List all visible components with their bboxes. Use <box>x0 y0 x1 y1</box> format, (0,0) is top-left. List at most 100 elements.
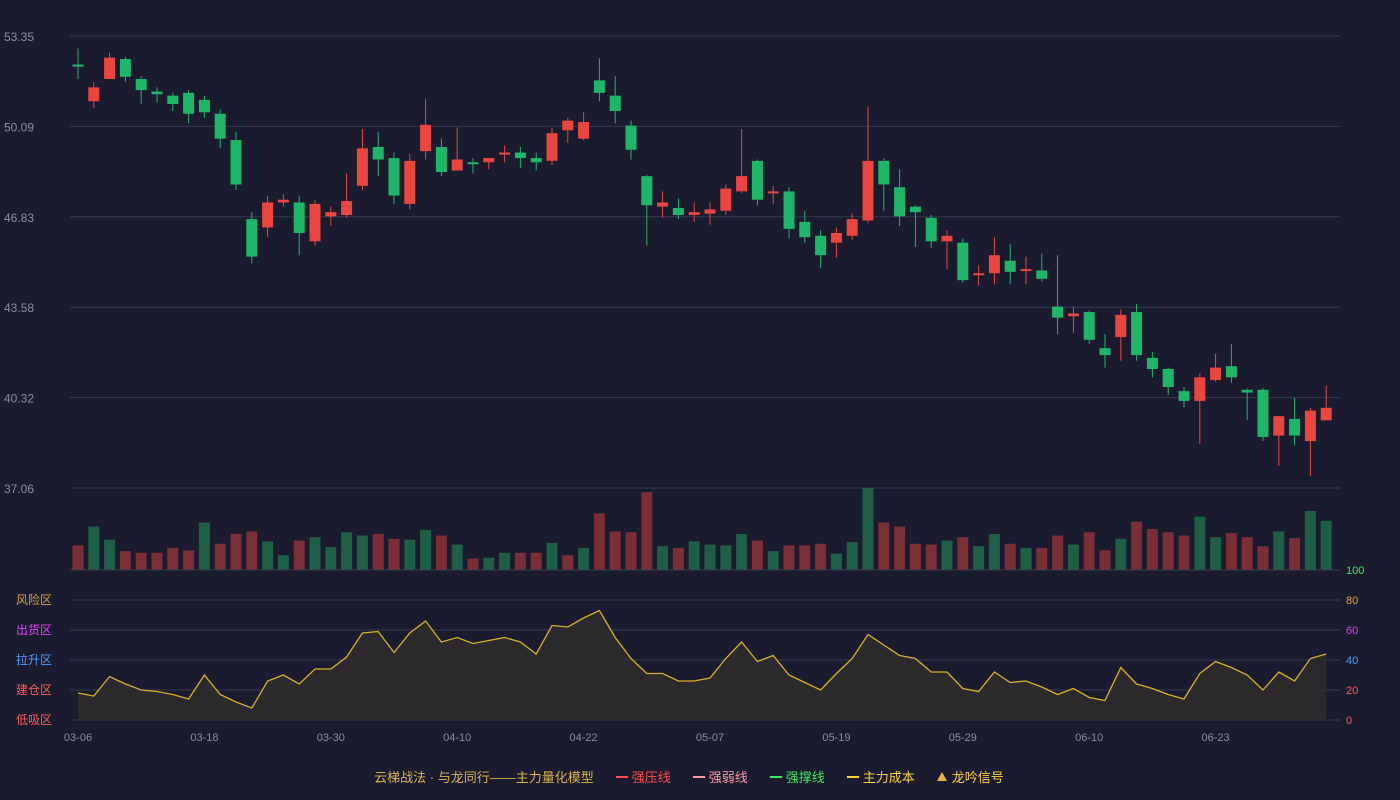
legend-item-strong-pressure[interactable]: 强压线 <box>615 767 671 786</box>
candle-body <box>546 133 558 161</box>
candle-body <box>641 176 653 206</box>
candle-body <box>530 158 542 163</box>
oscillator-area <box>78 610 1327 720</box>
volume-bar <box>451 544 463 570</box>
volume-bar <box>1162 532 1174 570</box>
volume-bar <box>1083 532 1095 570</box>
volume-bar <box>941 540 953 570</box>
zone-label: 低吸区 <box>16 713 52 727</box>
volume-bar <box>799 545 811 570</box>
candle-body <box>388 158 400 196</box>
candle-body <box>657 202 669 207</box>
volume-bar <box>341 532 353 570</box>
candle-body <box>325 212 337 217</box>
chart-canvas: 53.35 50.09 46.83 43.58 40.32 37.06 100 80 60 40 2… <box>4 30 1364 744</box>
volume-bar <box>246 531 258 570</box>
volume-bar <box>1178 535 1190 570</box>
volume-bar <box>119 551 131 570</box>
candle-body <box>1131 312 1143 356</box>
candle-body <box>277 199 289 203</box>
candle-body <box>483 158 495 163</box>
volume-bar <box>1146 529 1158 570</box>
candle-body <box>214 113 226 139</box>
legend-label: 主力成本 <box>862 770 915 785</box>
volume-bar <box>1225 533 1237 570</box>
legend-item-strength-line[interactable]: 强弱线 <box>692 767 748 786</box>
volume-bar <box>530 552 542 570</box>
volume-bar <box>262 541 274 570</box>
volume-bar <box>1257 546 1269 570</box>
volume-bar <box>293 540 305 570</box>
candle-body <box>609 95 621 111</box>
candle-body <box>988 255 1000 274</box>
legend-item-strong-support[interactable]: 强撑线 <box>769 767 825 786</box>
candle-body <box>309 203 321 242</box>
oscillator-tick-label: 0 <box>1346 715 1352 727</box>
candle-body <box>262 202 274 228</box>
candle-body <box>1289 418 1301 436</box>
volume-bar <box>846 542 858 570</box>
candle-body <box>135 79 147 91</box>
date-tick-label: 05-29 <box>949 732 977 744</box>
zone-label: 建仓区 <box>16 683 52 697</box>
candle-body <box>1162 368 1174 388</box>
volume-bar <box>499 552 511 570</box>
volume-bar <box>783 545 795 570</box>
candle-body <box>1083 312 1095 340</box>
volume-bar <box>404 539 416 570</box>
oscillator-tick-label: 40 <box>1346 655 1358 667</box>
volume-bar <box>625 532 637 570</box>
legend-swatch-strong-support <box>769 775 782 778</box>
date-tick-label: 05-07 <box>696 732 724 744</box>
date-tick-label: 04-10 <box>443 732 471 744</box>
zone-label: 拉升区 <box>16 652 52 667</box>
candle-body <box>941 235 953 242</box>
date-tick-label: 04-22 <box>570 732 598 744</box>
candle-body <box>593 80 605 93</box>
candle-body <box>246 219 258 257</box>
volume-bar <box>467 558 479 570</box>
price-tick-label: 46.83 <box>4 211 34 225</box>
candle-body <box>1273 416 1285 436</box>
candle-body <box>767 191 779 194</box>
candle-body <box>72 64 84 67</box>
volume-bar <box>862 488 874 570</box>
volume-bar <box>957 537 969 570</box>
volume-bar <box>672 547 684 570</box>
candle-body <box>783 191 795 229</box>
oscillator-tick-label: 80 <box>1346 595 1358 607</box>
oscillator-tick-label: 100 <box>1346 565 1364 577</box>
volume-bar <box>356 535 368 570</box>
legend-item-dragon-signal[interactable]: 龙吟信号 <box>936 767 1004 786</box>
volume-bar <box>909 543 921 570</box>
candle-body <box>514 152 526 159</box>
volume-bar <box>1210 537 1222 570</box>
candle-body <box>862 160 874 221</box>
volume-bar <box>1099 550 1111 570</box>
volume-bar <box>894 526 906 570</box>
price-tick-label: 43.58 <box>4 301 34 315</box>
volume-bar <box>1273 531 1285 570</box>
legend-label: 强撑线 <box>785 770 825 785</box>
date-tick-label: 06-10 <box>1075 732 1103 744</box>
candle-body <box>1052 306 1064 318</box>
legend-item-main-cost[interactable]: 主力成本 <box>846 767 915 786</box>
candle-body <box>499 152 511 155</box>
volume-bar <box>767 551 779 570</box>
volume-bar <box>1194 516 1206 570</box>
volume-bar <box>372 533 384 570</box>
volume-bar <box>688 541 700 570</box>
volume-bar <box>973 546 985 570</box>
date-tick-label: 05-19 <box>822 732 850 744</box>
candle-body <box>578 122 590 139</box>
candle-body <box>467 162 479 165</box>
volume-bar <box>1052 535 1064 570</box>
date-tick-label: 03-06 <box>64 732 92 744</box>
candle-body <box>1146 357 1158 369</box>
price-tick-label: 37.06 <box>4 482 34 496</box>
candle-body <box>1067 313 1079 317</box>
volume-bar <box>1020 547 1032 570</box>
candle-body <box>198 99 210 113</box>
date-tick-label: 06-23 <box>1202 732 1230 744</box>
volume-bar <box>609 531 621 570</box>
